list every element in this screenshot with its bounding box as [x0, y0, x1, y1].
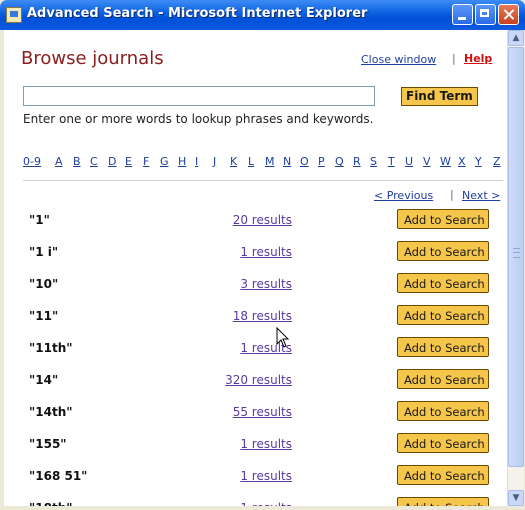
- search-hint: Enter one or more words to lookup phrase…: [23, 112, 374, 126]
- alphabet-link-v[interactable]: V: [423, 155, 431, 168]
- result-row: "155" 1 results Add to Search: [4, 426, 507, 458]
- result-term: "14": [29, 373, 59, 387]
- alphabet-link-d[interactable]: D: [108, 155, 116, 168]
- next-link[interactable]: Next >: [462, 189, 500, 202]
- result-term: "14th": [29, 405, 73, 419]
- add-to-search-button[interactable]: Add to Search: [397, 337, 489, 357]
- result-row: "168 51" 1 results Add to Search: [4, 458, 507, 490]
- add-to-search-button[interactable]: Add to Search: [397, 401, 489, 421]
- divider: [23, 180, 503, 181]
- grip-icon: [513, 248, 520, 258]
- result-row: "14th" 55 results Add to Search: [4, 394, 507, 426]
- alphabet-link-r[interactable]: R: [353, 155, 361, 168]
- alphabet-link-o[interactable]: O: [300, 155, 309, 168]
- find-term-button[interactable]: Find Term: [401, 87, 478, 106]
- result-row: "1" 20 results Add to Search: [4, 202, 507, 234]
- search-input[interactable]: [23, 86, 375, 106]
- alphabet-link-0-9[interactable]: 0-9: [23, 155, 41, 168]
- alphabet-link-f[interactable]: F: [143, 155, 149, 168]
- result-count-link[interactable]: 55 results: [233, 405, 292, 419]
- add-to-search-button[interactable]: Add to Search: [397, 273, 489, 293]
- result-row: "14" 320 results Add to Search: [4, 362, 507, 394]
- result-count-link[interactable]: 1 results: [240, 501, 292, 506]
- title-bar[interactable]: Advanced Search - Microsoft Internet Exp…: [0, 0, 525, 30]
- alphabet-link-g[interactable]: G: [160, 155, 169, 168]
- alphabet-link-c[interactable]: C: [90, 155, 98, 168]
- alphabet-link-n[interactable]: N: [283, 155, 291, 168]
- result-term: "11th": [29, 341, 73, 355]
- page-title: Browse journals: [21, 48, 164, 69]
- scroll-up-icon[interactable]: ▲: [508, 30, 524, 46]
- add-to-search-button[interactable]: Add to Search: [397, 209, 489, 229]
- result-row: "10" 3 results Add to Search: [4, 266, 507, 298]
- result-row: "18th" 1 results Add to Search: [4, 490, 507, 506]
- ie-page-icon: [6, 7, 22, 23]
- alphabet-link-s[interactable]: S: [370, 155, 377, 168]
- maximize-icon[interactable]: [475, 4, 496, 25]
- alphabet-link-u[interactable]: U: [405, 155, 413, 168]
- close-icon[interactable]: [498, 4, 519, 25]
- result-count-link[interactable]: 1 results: [240, 469, 292, 483]
- result-count-link[interactable]: 1 results: [240, 245, 292, 259]
- alphabet-link-t[interactable]: T: [388, 155, 395, 168]
- previous-link[interactable]: < Previous: [374, 189, 433, 202]
- alphabet-link-e[interactable]: E: [125, 155, 132, 168]
- alphabet-link-h[interactable]: H: [178, 155, 186, 168]
- add-to-search-button[interactable]: Add to Search: [397, 433, 489, 453]
- header-separator: |: [452, 52, 456, 65]
- add-to-search-button[interactable]: Add to Search: [397, 369, 489, 389]
- alphabet-link-p[interactable]: P: [318, 155, 325, 168]
- alphabet-link-m[interactable]: M: [265, 155, 275, 168]
- result-count-link[interactable]: 320 results: [225, 373, 292, 387]
- browser-window: Advanced Search - Microsoft Internet Exp…: [0, 0, 525, 510]
- close-window-link[interactable]: Close window: [361, 53, 436, 66]
- alphabet-link-j[interactable]: J: [213, 155, 216, 168]
- alphabet-link-q[interactable]: Q: [335, 155, 344, 168]
- alphabet-link-b[interactable]: B: [73, 155, 81, 168]
- window-title: Advanced Search - Microsoft Internet Exp…: [27, 6, 368, 21]
- result-row: "11" 18 results Add to Search: [4, 298, 507, 330]
- result-term: "155": [29, 437, 67, 451]
- scrollbar-thumb[interactable]: [508, 47, 524, 467]
- result-row: "11th" 1 results Add to Search: [4, 330, 507, 362]
- alphabet-index: 0-9 A B C D E F G H I J K L M N O P Q R S T U V W X Y Z: [23, 155, 503, 171]
- result-count-link[interactable]: 3 results: [240, 277, 292, 291]
- result-count-link[interactable]: 1 results: [240, 437, 292, 451]
- alphabet-link-w[interactable]: W: [440, 155, 451, 168]
- scroll-down-icon[interactable]: ▼: [508, 490, 524, 506]
- vertical-scrollbar[interactable]: ▲ ▼: [507, 30, 524, 506]
- alphabet-link-z[interactable]: Z: [493, 155, 501, 168]
- alphabet-link-y[interactable]: Y: [475, 155, 482, 168]
- result-term: "10": [29, 277, 59, 291]
- result-term: "11": [29, 309, 59, 323]
- add-to-search-button[interactable]: Add to Search: [397, 497, 489, 506]
- alphabet-link-x[interactable]: X: [458, 155, 466, 168]
- page-content: Browse journals Close window | Help Find…: [4, 30, 507, 506]
- minimize-icon[interactable]: [452, 4, 473, 25]
- add-to-search-button[interactable]: Add to Search: [397, 305, 489, 325]
- result-row: "1 i" 1 results Add to Search: [4, 234, 507, 266]
- result-term: "1 i": [29, 245, 59, 259]
- result-term: "168 51": [29, 469, 88, 483]
- result-count-link[interactable]: 20 results: [233, 213, 292, 227]
- alphabet-link-a[interactable]: A: [55, 155, 63, 168]
- add-to-search-button[interactable]: Add to Search: [397, 241, 489, 261]
- help-link[interactable]: Help: [464, 52, 492, 65]
- alphabet-link-i[interactable]: I: [195, 155, 198, 168]
- alphabet-link-k[interactable]: K: [230, 155, 237, 168]
- result-term: "1": [29, 213, 50, 227]
- result-term: "18th": [29, 501, 72, 506]
- pagination-separator: |: [450, 188, 454, 201]
- add-to-search-button[interactable]: Add to Search: [397, 465, 489, 485]
- result-count-link[interactable]: 18 results: [233, 309, 292, 323]
- alphabet-link-l[interactable]: L: [248, 155, 254, 168]
